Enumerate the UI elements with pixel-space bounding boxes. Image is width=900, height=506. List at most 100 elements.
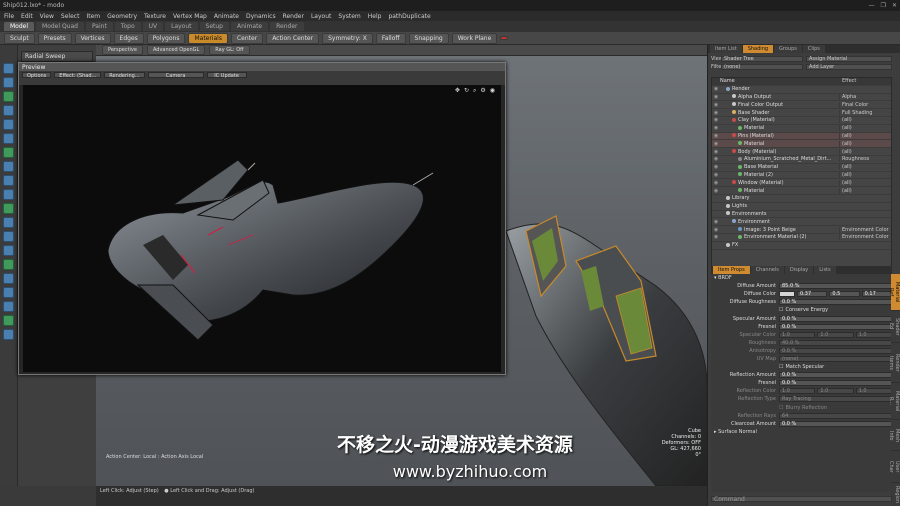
eye-icon[interactable]: ◉ [712, 149, 720, 155]
tab-paint[interactable]: Paint [85, 22, 113, 31]
eye-icon[interactable]: ◉ [712, 141, 720, 147]
toolbar-snapping-button[interactable]: Snapping [408, 32, 449, 44]
toolbar-center-button[interactable]: Center [230, 32, 264, 44]
prop-field[interactable]: 0.0 % [779, 315, 892, 322]
brdf-section[interactable]: ▾ BRDF [711, 274, 892, 282]
tree-row[interactable]: Environments [712, 211, 891, 219]
tree-row[interactable]: ◉ Image: 3 Point Beige Environment Color [712, 226, 891, 234]
tree-row[interactable]: ◉ Alpha Output Alpha [712, 93, 891, 102]
menu-item-vertex-map[interactable]: Vertex Map [173, 13, 207, 20]
surface-normal-section[interactable]: ▸ Surface Normal [711, 428, 892, 436]
tool-icon[interactable] [3, 259, 14, 270]
prop-field[interactable]: 1.0 [779, 388, 816, 395]
prop-field[interactable]: 1.0 [817, 331, 854, 338]
add-layer-button[interactable]: Add Layer [806, 63, 892, 70]
menu-item-dynamics[interactable]: Dynamics [246, 13, 276, 20]
toolbar-edges-button[interactable]: Edges [113, 32, 144, 44]
toolbar-vertices-button[interactable]: Vertices [74, 32, 111, 44]
menu-item-help[interactable]: Help [368, 13, 382, 20]
tree-row[interactable]: ◉ Final Color Output Final Color [712, 101, 891, 110]
tab-topo[interactable]: Topo [114, 22, 141, 31]
viewport-perspective-button[interactable]: Perspective [102, 45, 143, 55]
eye-icon[interactable]: ◉ [712, 125, 720, 131]
prop-field[interactable]: 1.0 [817, 388, 854, 395]
menu-item-pathduplicate[interactable]: pathDuplicate [388, 13, 430, 20]
prop-field[interactable]: (none) [779, 355, 892, 362]
tool-icon[interactable] [3, 203, 14, 214]
menu-item-texture[interactable]: Texture [144, 13, 166, 20]
tool-icon[interactable] [3, 147, 14, 158]
record-button[interactable] [500, 36, 509, 40]
tool-icon[interactable] [3, 63, 14, 74]
tree-row[interactable]: ◉ Window (Material) (all) [712, 179, 891, 188]
prop-field[interactable]: 64 [779, 412, 892, 419]
tree-row[interactable]: ◉ Base Shader Full Shading [712, 109, 891, 117]
eye-icon[interactable]: ◉ [712, 102, 720, 108]
preview-window[interactable]: Preview Options Effect: (Shad... Renderi… [18, 62, 506, 375]
viewport-advanced-opengl-button[interactable]: Advanced OpenGL [146, 45, 206, 55]
tree-row[interactable]: ◉ Render [712, 86, 891, 94]
toolbar-materials-button[interactable]: Materials [188, 32, 228, 44]
tool-icon[interactable] [3, 175, 14, 186]
prop-field[interactable]: 1.0 [855, 388, 892, 395]
tab-model[interactable]: Model [4, 22, 35, 31]
side-tab-shader-ed[interactable]: Shader Ed [888, 310, 900, 343]
preview-camera-button[interactable]: Camera [147, 72, 204, 79]
eye-icon[interactable]: ◉ [712, 219, 720, 225]
prop-field[interactable]: 1.0 [855, 331, 892, 338]
menu-item-animate[interactable]: Animate [214, 13, 239, 20]
tree-row[interactable]: FX [712, 242, 891, 250]
tab-render[interactable]: Render [270, 22, 304, 31]
side-tab-user-char[interactable]: User Char [888, 451, 900, 482]
prop-field[interactable]: 0.37 [797, 291, 828, 298]
filter-select[interactable]: (none) [721, 63, 803, 70]
tool-icon[interactable] [3, 217, 14, 228]
tab-item-list[interactable]: Item List [710, 45, 742, 53]
side-tab-render-items[interactable]: Render Items [888, 343, 900, 383]
tree-row[interactable]: ◉ Aluminium_Scratched_Metal_Dirt... Roughn… [712, 156, 891, 164]
tab-setup[interactable]: Setup [199, 22, 229, 31]
preview-titlebar[interactable]: Preview [19, 63, 505, 71]
tab-model-quad[interactable]: Model Quad [36, 22, 84, 31]
tool-icon[interactable] [3, 161, 14, 172]
toolbar-work-plane-button[interactable]: Work Plane [451, 32, 498, 44]
eye-icon[interactable]: ◉ [712, 110, 720, 116]
side-tab-material-r-[interactable]: Material R... [888, 383, 900, 420]
eye-icon[interactable]: ◉ [712, 164, 720, 170]
prop-field[interactable]: 0.0 % [779, 323, 892, 330]
minimize-button[interactable]: — [869, 2, 875, 9]
eye-icon[interactable]: ◉ [712, 188, 720, 194]
menu-item-item[interactable]: Item [86, 13, 100, 20]
tool-icon[interactable] [3, 301, 14, 312]
preview-ic-update-button[interactable]: IC Update [206, 72, 247, 79]
eye-icon[interactable]: ◉ [712, 86, 720, 92]
prop-field[interactable]: 0.0 % [779, 347, 892, 354]
command-field[interactable]: Command [711, 496, 892, 503]
toolbar-action-center-button[interactable]: Action Center [266, 32, 320, 44]
toolbar-symmetry-x-button[interactable]: Symmetry: X [322, 32, 373, 44]
menu-item-view[interactable]: View [40, 13, 54, 20]
prop-field[interactable]: 0.0 % [779, 380, 892, 387]
assign-material-button[interactable]: Assign Material [806, 55, 892, 62]
toolbar-falloff-button[interactable]: Falloff [375, 32, 406, 44]
prop-field[interactable]: 40.0 % [779, 339, 892, 346]
prop-field[interactable]: 0.5 [829, 291, 860, 298]
prop-field[interactable]: 0.0 % [779, 372, 892, 379]
tool-icon[interactable] [3, 133, 14, 144]
tool-icon[interactable] [3, 189, 14, 200]
tab-display[interactable]: Display [784, 266, 814, 274]
eye-icon[interactable]: ◉ [712, 227, 720, 233]
eye-icon[interactable]: ◉ [712, 180, 720, 186]
prop-field[interactable]: 0.0 % [779, 420, 892, 427]
color-swatch[interactable] [779, 291, 795, 298]
preview-rendering-button[interactable]: Rendering... [104, 72, 145, 79]
tab-channels[interactable]: Channels [750, 266, 784, 274]
camera-icon[interactable]: ◉ [490, 87, 495, 95]
tree-row[interactable]: Library [712, 195, 891, 203]
maximize-button[interactable]: ❐ [881, 2, 886, 9]
eye-icon[interactable]: ◉ [712, 172, 720, 178]
menu-item-system[interactable]: System [338, 13, 360, 20]
tool-icon[interactable] [3, 231, 14, 242]
tree-row[interactable]: ◉ Material (all) [712, 140, 891, 149]
checkbox[interactable]: ☐ [779, 405, 783, 411]
